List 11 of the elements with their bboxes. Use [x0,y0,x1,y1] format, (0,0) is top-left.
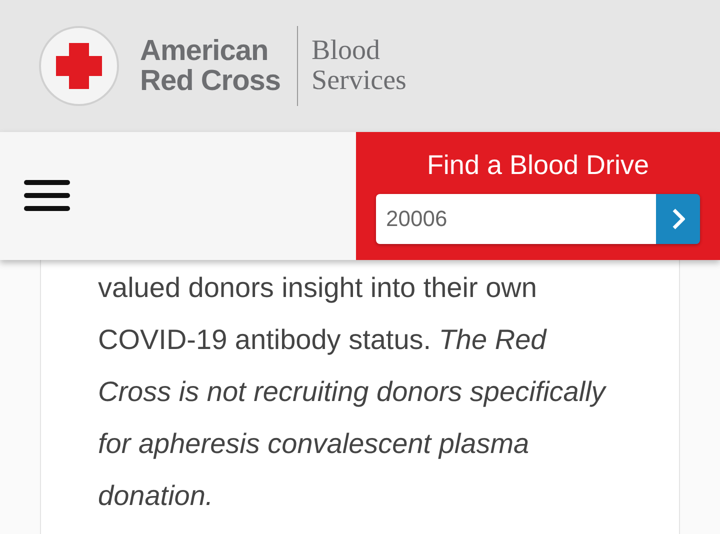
logo-name-text: Red Cross [140,66,281,96]
logo-division-text: Services [312,66,406,96]
logo-division-text: Blood [312,36,382,66]
logo-name-text: American [140,36,270,66]
menu-icon[interactable] [24,180,70,212]
zip-code-field[interactable]: 20006 [376,194,656,244]
cross-logo-icon [38,25,120,107]
chevron-right-icon [671,208,685,230]
search-button[interactable] [656,194,700,244]
panel-title: Find a Blood Drive [426,149,650,182]
article-paragraph: valued donors insight into their own COVID-19 antibody status. The Red Cross is not recruiting donors specifically for apheresis convalescent plasma donation. [98,271,608,513]
